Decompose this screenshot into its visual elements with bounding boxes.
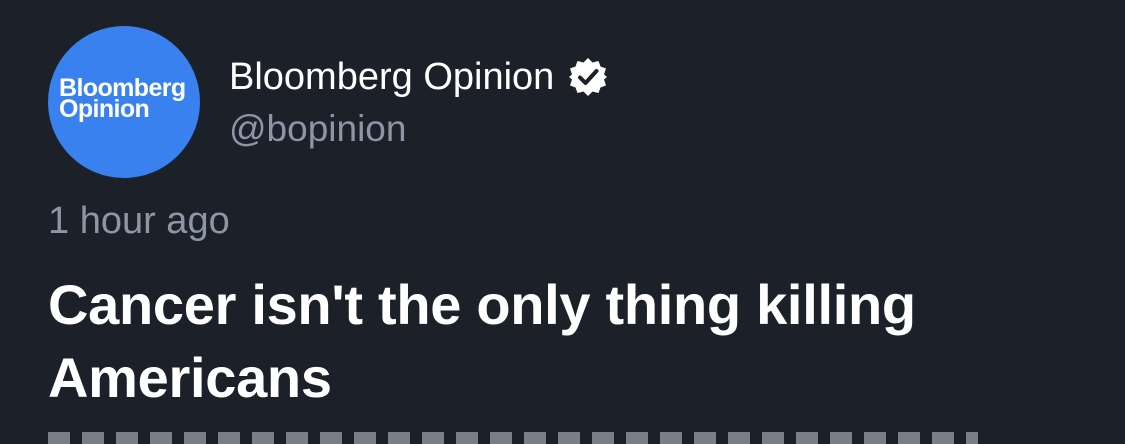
avatar[interactable]: Bloomberg Opinion (48, 26, 200, 178)
avatar-logo: Bloomberg Opinion (59, 76, 186, 123)
tweet-timestamp: 1 hour ago (48, 200, 230, 242)
display-name[interactable]: Bloomberg Opinion (229, 56, 554, 99)
verified-badge-icon (568, 57, 608, 97)
tweet-headline: Cancer isn't the only thing killing Amer… (48, 273, 916, 409)
user-handle[interactable]: @bopinion (229, 108, 406, 150)
display-name-row: Bloomberg Opinion (229, 54, 608, 100)
tweet-card: Bloomberg Opinion Bloomberg Opinion @bop… (0, 0, 1125, 444)
avatar-logo-line2: Opinion (59, 95, 150, 123)
truncated-text-line (48, 432, 978, 444)
